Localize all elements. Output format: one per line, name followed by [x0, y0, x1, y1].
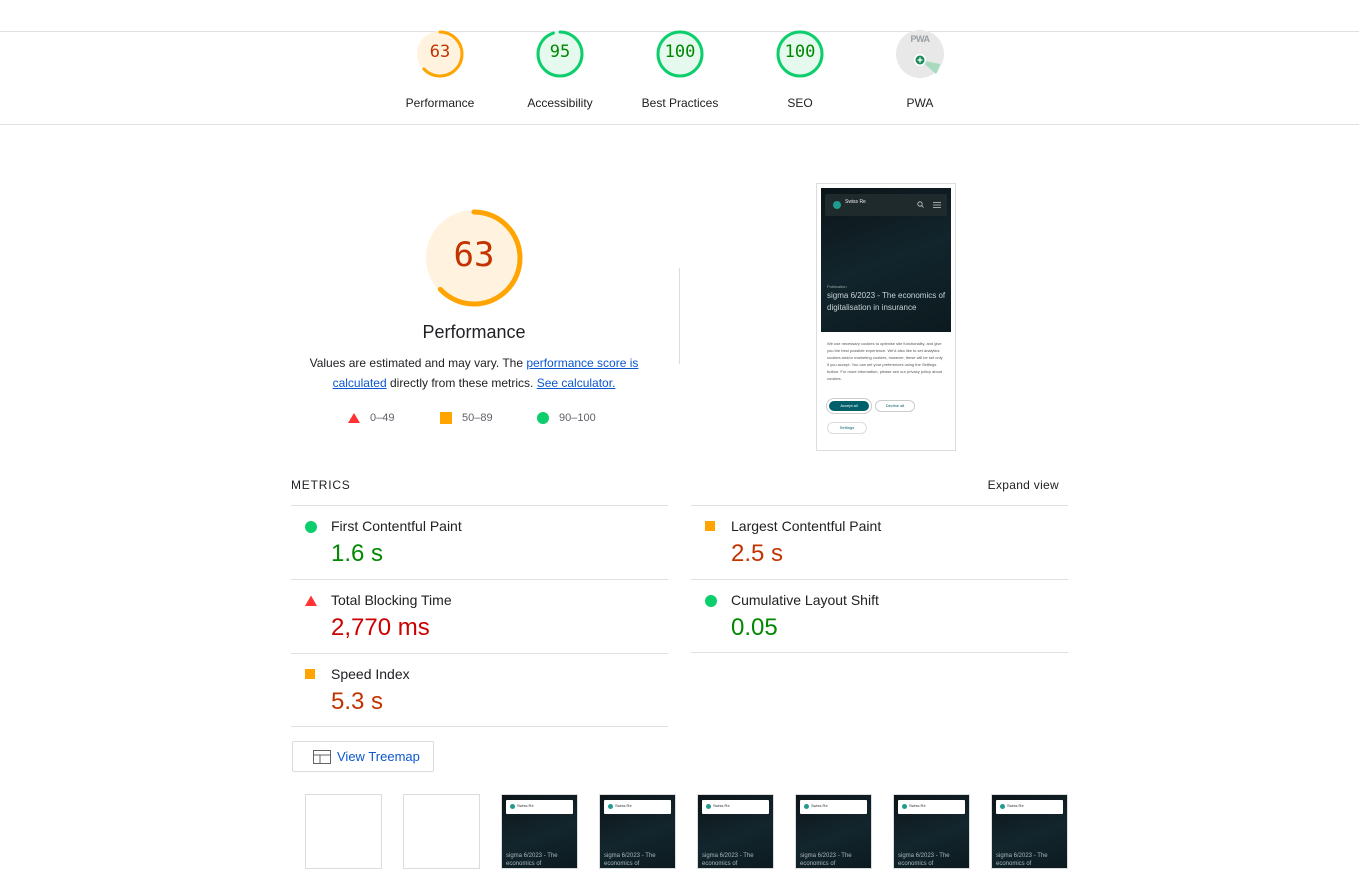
swiss-re-logo-icon — [608, 804, 613, 809]
filmstrip-frame: Swiss Re sigma 6/2023 - The economics of… — [991, 794, 1068, 869]
best-practices-label: Best Practices — [641, 96, 719, 110]
expand-view-toggle[interactable]: Expand view — [988, 478, 1059, 492]
metric-lcp: Largest Contentful Paint 2.5 s — [691, 505, 1068, 579]
treemap-icon — [313, 749, 331, 764]
view-treemap-label: View Treemap — [337, 749, 420, 764]
seo-gauge-ring: 100 — [776, 30, 824, 80]
performance-score: 63 — [429, 42, 451, 62]
legend-fail: 0–49 — [348, 412, 394, 424]
screenshot-hero: Swiss Re Publication sigma 6/2023 - The … — [821, 188, 951, 332]
screenshot-cookie-text: We use necessary cookies to optimise sit… — [827, 341, 943, 381]
pwa-label: PWA — [906, 96, 934, 110]
circle-icon — [305, 521, 317, 533]
performance-title: Performance — [422, 322, 526, 342]
metric-cls-title: Cumulative Layout Shift — [731, 592, 879, 608]
metric-fcp: First Contentful Paint 1.6 s — [291, 505, 668, 579]
metric-cls: Cumulative Layout Shift 0.05 — [691, 579, 1068, 653]
metrics-title: METRICS — [291, 478, 351, 492]
filmstrip-frame: Swiss Re sigma 6/2023 - The economics of… — [599, 794, 676, 869]
metric-cls-value: 0.05 — [731, 614, 778, 641]
gauge-pwa[interactable]: PWA PWA — [860, 30, 980, 110]
accessibility-gauge-ring: 95 — [536, 30, 584, 80]
gauge-performance[interactable]: 63 Performance — [380, 30, 500, 110]
performance-description: Values are estimated and may vary. The p… — [296, 353, 652, 393]
gauge-accessibility[interactable]: 95 Accessibility — [500, 30, 620, 110]
metrics-bottom-border-left — [291, 726, 668, 727]
best-practices-score: 100 — [664, 42, 696, 62]
triangle-icon — [348, 413, 360, 423]
metric-si-value: 5.3 s — [331, 688, 384, 715]
filmstrip-frame — [305, 794, 382, 869]
best-practices-gauge-ring: 100 — [656, 30, 704, 80]
filmstrip-frame — [403, 794, 480, 869]
metric-lcp-title: Largest Contentful Paint — [731, 518, 882, 534]
filmstrip-frame: Swiss Re sigma 6/2023 - The economics of… — [697, 794, 774, 869]
legend-pass-range: 90–100 — [559, 412, 596, 424]
desc-middle: directly from these metrics. — [386, 376, 537, 390]
see-calculator-link[interactable]: See calculator. — [537, 376, 616, 390]
filmstrip-frame: Swiss Re sigma 6/2023 - The economics of… — [795, 794, 872, 869]
metric-si-title: Speed Index — [331, 666, 410, 682]
performance-gauge-ring: 63 — [416, 30, 464, 80]
metric-si: Speed Index 5.3 s — [291, 653, 668, 727]
metric-fcp-value: 1.6 s — [331, 540, 384, 567]
screenshot-pub-label: Publication — [827, 284, 847, 289]
circle-icon — [705, 595, 717, 607]
filmstrip-frame: Swiss Re sigma 6/2023 - The economics of… — [893, 794, 970, 869]
metric-fcp-title: First Contentful Paint — [331, 518, 462, 534]
swiss-re-logo-icon — [510, 804, 515, 809]
metric-tbt-value: 2,770 ms — [331, 614, 430, 641]
gauge-seo[interactable]: 100 SEO — [740, 30, 860, 110]
triangle-icon — [305, 595, 317, 606]
pwa-badge-text: PWA — [910, 34, 930, 44]
performance-main-score: 63 — [453, 235, 495, 275]
swiss-re-logo-icon — [804, 804, 809, 809]
category-gauges-bar: 63 Performance 95 Accessibility 100 Best… — [0, 30, 1359, 125]
circle-icon — [537, 412, 549, 424]
final-screenshot[interactable]: Swiss Re Publication sigma 6/2023 - The … — [816, 183, 956, 451]
metric-tbt: Total Blocking Time 2,770 ms — [291, 579, 668, 653]
vertical-divider — [679, 268, 680, 364]
accessibility-label: Accessibility — [527, 96, 593, 110]
legend-average-range: 50–89 — [462, 412, 493, 424]
menu-icon — [933, 202, 941, 208]
screenshot-navbar: Swiss Re — [825, 194, 947, 216]
swiss-re-logo-icon — [833, 201, 841, 209]
screenshot-brand: Swiss Re — [845, 199, 866, 205]
legend-pass: 90–100 — [537, 412, 596, 424]
swiss-re-logo-icon — [1000, 804, 1005, 809]
pwa-badge-icon: PWA — [896, 30, 944, 80]
metrics-bottom-border-right — [691, 652, 1068, 653]
square-icon — [440, 412, 452, 424]
screenshot-headline: sigma 6/2023 - The economics of digitali… — [827, 291, 946, 312]
accessibility-score: 95 — [549, 42, 571, 62]
desc-prefix: Values are estimated and may vary. The — [309, 356, 527, 370]
view-treemap-button[interactable]: View Treemap — [292, 741, 434, 772]
performance-label: Performance — [405, 96, 475, 110]
swiss-re-logo-icon — [902, 804, 907, 809]
performance-main-gauge: 63 — [424, 208, 524, 308]
seo-score: 100 — [784, 42, 816, 62]
screenshot-settings-button: Settings — [827, 422, 867, 434]
gauge-best-practices[interactable]: 100 Best Practices — [620, 30, 740, 110]
metric-tbt-title: Total Blocking Time — [331, 592, 452, 608]
search-icon — [917, 201, 924, 208]
swiss-re-logo-icon — [706, 804, 711, 809]
legend-fail-range: 0–49 — [370, 412, 395, 424]
square-icon — [305, 669, 315, 679]
filmstrip-frame: Swiss Re sigma 6/2023 - The economics of… — [501, 794, 578, 869]
screenshot-decline-button: Decline all — [875, 400, 915, 412]
seo-label: SEO — [787, 96, 813, 110]
square-icon — [705, 521, 715, 531]
metrics-header: METRICS Expand view — [291, 478, 1059, 492]
legend-average: 50–89 — [440, 412, 493, 424]
screenshot-accept-button: Accept all — [827, 399, 871, 413]
metric-lcp-value: 2.5 s — [731, 540, 784, 567]
top-toolbar — [0, 0, 1359, 32]
